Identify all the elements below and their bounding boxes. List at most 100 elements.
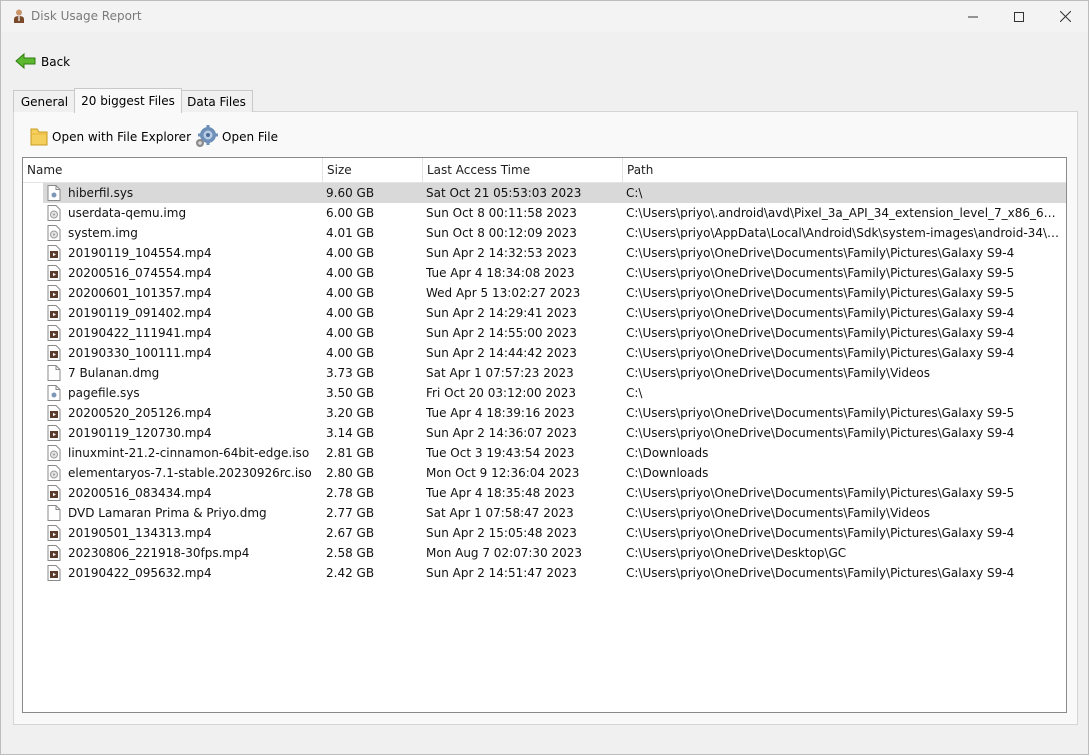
file-path: C:\Users\priyo\OneDrive\Documents\Family… [626,426,1015,440]
file-path: C:\Users\priyo\OneDrive\Desktop\GC [626,546,847,560]
file-path: C:\Users\priyo\OneDrive\Documents\Family… [626,246,1015,260]
file-name: userdata-qemu.img [68,206,187,220]
close-button[interactable] [1042,1,1088,32]
last-access-time: Sat Apr 1 07:57:23 2023 [426,366,574,380]
file-size: 2.77 GB [326,506,375,520]
file-name: hiberfil.sys [68,186,134,200]
table-row[interactable]: 20190422_111941.mp4 4.00 GB Sun Apr 2 14:5… [23,323,1066,343]
file-name: 20190501_134313.mp4 [68,526,212,540]
file-name: 20200520_205126.mp4 [68,406,212,420]
last-access-time: Sun Apr 2 14:29:41 2023 [426,306,577,320]
file-size: 4.00 GB [326,246,375,260]
file-size: 4.00 GB [326,346,375,360]
tab-label: General [20,94,69,109]
biggest-files-list[interactable]: Name Size Last Access Time Path hiberfil… [22,157,1067,713]
table-row[interactable]: 20190330_100111.mp4 4.00 GB Sun Apr 2 14:4… [23,343,1066,363]
file-path: C:\Users\priyo\.android\avd\Pixel_3a_API… [626,206,1063,220]
file-path: C:\Users\priyo\OneDrive\Documents\Family… [626,526,1015,540]
file-name: DVD Lamaran Prima & Priyo.dmg [68,506,267,520]
back-button[interactable]: Back [15,51,70,73]
disc-image-icon [47,465,61,481]
disc-image-icon [47,205,61,221]
last-access-time: Tue Apr 4 18:35:48 2023 [426,486,575,500]
close-icon [1059,11,1071,22]
file-name: 20190119_120730.mp4 [68,426,212,440]
table-row[interactable]: 20200520_205126.mp4 3.20 GB Tue Apr 4 18:3… [23,403,1066,423]
blank-file-icon [47,365,61,381]
open-file-button[interactable]: Open File [195,124,278,150]
app-person-icon [11,8,27,24]
table-row[interactable]: hiberfil.sys 9.60 GB Sat Oct 21 05:53:03 2… [23,183,1066,203]
column-header-path[interactable]: Path [623,158,1066,182]
file-name: pagefile.sys [68,386,140,400]
last-access-time: Tue Oct 3 19:43:54 2023 [426,446,575,460]
back-label: Back [41,55,71,69]
table-row[interactable]: DVD Lamaran Prima & Priyo.dmg 2.77 GB Sat … [23,503,1066,523]
tab-20-biggest-files[interactable]: 20 biggest Files [74,88,182,113]
table-row[interactable]: elementaryos-7.1-stable.20230926rc.iso 2.… [23,463,1066,483]
video-file-icon [47,565,61,581]
file-name: 20200516_074554.mp4 [68,266,212,280]
last-access-time: Sun Apr 2 14:55:00 2023 [426,326,577,340]
video-file-icon [47,265,61,281]
table-row[interactable]: 20200601_101357.mp4 4.00 GB Wed Apr 5 13:0… [23,283,1066,303]
folder-icon [29,125,49,150]
table-row[interactable]: 20190119_120730.mp4 3.14 GB Sun Apr 2 14:3… [23,423,1066,443]
file-name: linuxmint-21.2-cinnamon-64bit-edge.iso [68,446,310,460]
file-name: 20200516_083434.mp4 [68,486,212,500]
last-access-time: Sat Apr 1 07:58:47 2023 [426,506,574,520]
last-access-time: Tue Apr 4 18:39:16 2023 [426,406,575,420]
file-path: C:\Downloads [626,466,709,480]
file-size: 2.42 GB [326,566,375,580]
file-name: 20190330_100111.mp4 [68,346,212,360]
table-row[interactable]: 20190119_091402.mp4 4.00 GB Sun Apr 2 14:2… [23,303,1066,323]
last-access-time: Sat Oct 21 05:53:03 2023 [426,186,582,200]
last-access-time: Mon Aug 7 02:07:30 2023 [426,546,583,560]
video-file-icon [47,345,61,361]
file-path: C:\Users\priyo\OneDrive\Documents\Family… [626,506,930,520]
video-file-icon [47,425,61,441]
table-row[interactable]: 20200516_083434.mp4 2.78 GB Tue Apr 4 18:3… [23,483,1066,503]
table-row[interactable]: system.img 4.01 GB Sun Oct 8 00:12:09 2023… [23,223,1066,243]
last-access-time: Mon Oct 9 12:36:04 2023 [426,466,580,480]
tab-data-files[interactable]: Data Files [180,90,253,112]
table-row[interactable]: 20190501_134313.mp4 2.67 GB Sun Apr 2 15:0… [23,523,1066,543]
last-access-time: Sun Apr 2 14:44:42 2023 [426,346,577,360]
file-size: 4.00 GB [326,286,375,300]
file-size: 3.20 GB [326,406,375,420]
file-path: C:\Users\priyo\OneDrive\Documents\Family… [626,486,1015,500]
tab-general[interactable]: General [13,90,76,112]
open-file-explorer-button[interactable]: Open with File Explorer [29,124,191,150]
column-header-last-access-time[interactable]: Last Access Time [423,158,622,182]
table-row[interactable]: pagefile.sys 3.50 GB Fri Oct 20 03:12:00 2… [23,383,1066,403]
column-header-name[interactable]: Name [23,158,322,182]
video-file-icon [47,305,61,321]
column-header-size[interactable]: Size [323,158,422,182]
table-row[interactable]: 20190119_104554.mp4 4.00 GB Sun Apr 2 14:3… [23,243,1066,263]
file-size: 2.80 GB [326,466,375,480]
file-size: 2.81 GB [326,446,375,460]
title-bar[interactable]: Disk Usage Report [1,1,1088,32]
file-size: 4.00 GB [326,326,375,340]
table-row[interactable]: 7 Bulanan.dmg 3.73 GB Sat Apr 1 07:57:23 2… [23,363,1066,383]
table-row[interactable]: linuxmint-21.2-cinnamon-64bit-edge.iso 2.… [23,443,1066,463]
file-size: 3.50 GB [326,386,375,400]
last-access-time: Fri Oct 20 03:12:00 2023 [426,386,577,400]
table-row[interactable]: 20200516_074554.mp4 4.00 GB Tue Apr 4 18:3… [23,263,1066,283]
list-header: Name Size Last Access Time Path [23,158,1066,183]
last-access-time: Sun Apr 2 15:05:48 2023 [426,526,577,540]
file-size: 4.00 GB [326,266,375,280]
maximize-button[interactable] [996,1,1042,32]
open-file-explorer-label: Open with File Explorer [52,130,191,144]
table-row[interactable]: 20190422_095632.mp4 2.42 GB Sun Apr 2 14:5… [23,563,1066,583]
last-access-time: Sun Apr 2 14:36:07 2023 [426,426,577,440]
system-file-icon [47,185,61,201]
table-row[interactable]: userdata-qemu.img 6.00 GB Sun Oct 8 00:11:… [23,203,1066,223]
minimize-button[interactable] [950,1,996,32]
video-file-icon [47,285,61,301]
last-access-time: Sun Oct 8 00:11:58 2023 [426,206,577,220]
file-path: C:\ [626,186,643,200]
file-name: 20190119_091402.mp4 [68,306,212,320]
blank-file-icon [47,505,61,521]
table-row[interactable]: 20230806_221918-30fps.mp4 2.58 GB Mon Aug … [23,543,1066,563]
